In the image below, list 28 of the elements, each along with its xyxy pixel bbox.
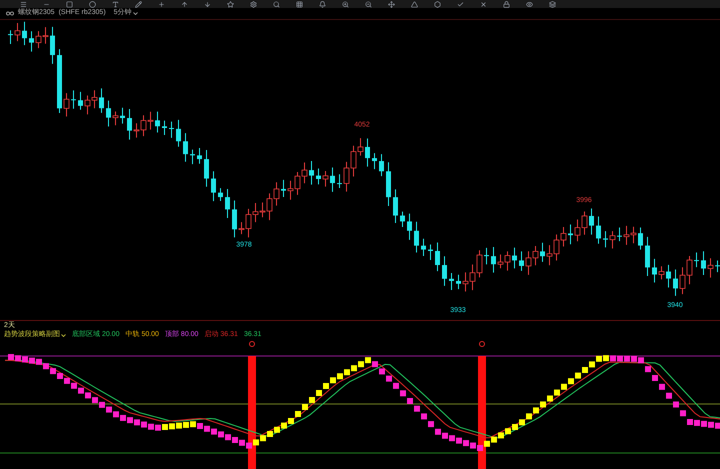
- toolbar-icon[interactable]: [342, 0, 349, 8]
- toolbar-icon[interactable]: [549, 0, 556, 8]
- link-icon: [6, 11, 14, 16]
- toolbar-icon[interactable]: [250, 0, 257, 8]
- toolbar-icon[interactable]: [503, 0, 510, 8]
- toolbar-icon[interactable]: [480, 0, 487, 8]
- toolbar-icon[interactable]: [112, 0, 119, 8]
- toolbar-icon[interactable]: [526, 0, 533, 8]
- toolbar-icon[interactable]: [411, 0, 418, 8]
- toolbar-icon[interactable]: [204, 0, 211, 8]
- toolbar-icon[interactable]: [273, 0, 280, 8]
- toolbar-icon[interactable]: [66, 0, 73, 8]
- caret-icon: [61, 334, 66, 336]
- signal-circle-icon: [479, 341, 485, 347]
- toolbar-icon[interactable]: [457, 0, 464, 8]
- toolbar-icon[interactable]: [135, 0, 142, 8]
- toolbar-icon[interactable]: [296, 0, 303, 8]
- toolbar-icon[interactable]: [365, 0, 372, 8]
- toolbar-icon[interactable]: [89, 0, 96, 8]
- toolbar-icon[interactable]: [158, 0, 165, 8]
- caret-icon: [132, 12, 138, 15]
- toolbar-icon[interactable]: [434, 0, 441, 8]
- toolbar-icon[interactable]: [388, 0, 395, 8]
- toolbar-icon[interactable]: [319, 0, 326, 8]
- toolbar-icon[interactable]: [181, 0, 188, 8]
- toolbar-icon[interactable]: [20, 0, 27, 8]
- toolbar-icon[interactable]: [227, 0, 234, 8]
- signal-circle-icon: [249, 341, 255, 347]
